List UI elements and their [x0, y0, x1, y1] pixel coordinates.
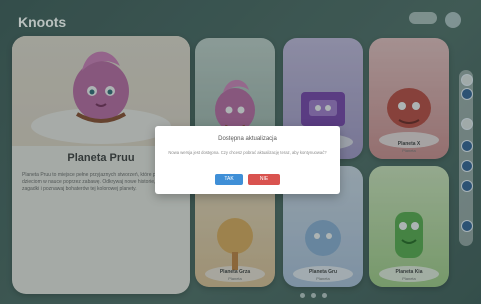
update-dialog: Dostępna aktualizacja Nowa wersja jest d… — [155, 126, 340, 194]
yes-button[interactable]: TAK — [215, 174, 243, 185]
app-frame: Knoots Planeta Pruu Planeta Pruu to miej… — [0, 0, 481, 304]
dialog-title: Dostępna aktualizacja — [218, 136, 277, 142]
no-button[interactable]: NIE — [248, 174, 280, 185]
dialog-message: Nowa wersja jest dostępna. Czy chcesz po… — [168, 150, 327, 155]
